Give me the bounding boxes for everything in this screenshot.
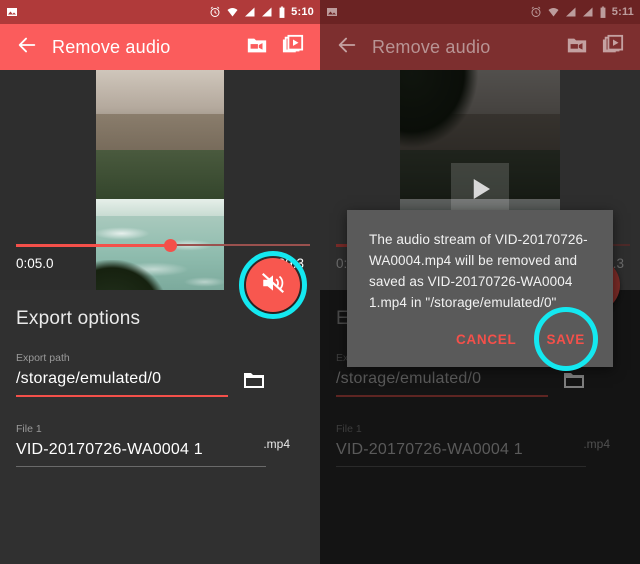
video-folder-icon[interactable] [246, 34, 268, 61]
status-bar-right: 5:11 [320, 0, 640, 24]
page-title: Remove audio [372, 36, 491, 57]
export-path-label: Export path [16, 352, 70, 364]
highlight-ring [239, 251, 307, 319]
wifi-icon [547, 6, 560, 18]
save-button-wrapper: SAVE [533, 307, 598, 372]
file-extension-label: .mp4 [263, 437, 290, 451]
file-name-underline [336, 465, 586, 467]
alarm-icon [530, 6, 542, 18]
file-extension-label: .mp4 [583, 437, 610, 451]
back-arrow-icon [336, 34, 358, 61]
battery-icon [278, 6, 286, 19]
export-options-sheet-left: Export options Export path /storage/emul… [0, 290, 320, 564]
video-folder-icon[interactable] [566, 34, 588, 61]
screen-left: 5:10 Remove audio 0:05.0 Export options … [0, 0, 320, 564]
confirm-dialog: The audio stream of VID-20170726-WA0004.… [347, 210, 613, 372]
alarm-icon [209, 6, 221, 18]
file-name-label: File 1 [16, 422, 42, 435]
timeline-thumb[interactable] [164, 239, 177, 252]
folder-icon [560, 373, 588, 396]
browse-folder-button[interactable] [560, 368, 588, 397]
save-button[interactable]: SAVE [540, 328, 591, 351]
image-icon [6, 6, 18, 18]
clock-time: 5:11 [611, 6, 634, 18]
export-path-field[interactable]: Export path /storage/emulated/0 [16, 352, 304, 397]
signal-icon [261, 6, 273, 18]
file-name-underline [16, 465, 266, 467]
signal-icon [582, 6, 594, 18]
mute-fab-wrapper [239, 251, 307, 319]
page-title: Remove audio [52, 36, 171, 57]
wifi-icon [226, 6, 239, 18]
export-path-underline [336, 395, 548, 397]
start-time-label: 0:05.0 [16, 256, 54, 271]
screen-right: 5:11 Remove audio /storage/emulated/0 Fi… [320, 0, 640, 564]
file-name-field[interactable]: File 1 VID-20170726-WA0004 1 .mp4 [16, 422, 304, 467]
status-bar-left: 5:10 [0, 0, 320, 24]
timeline-track-active [16, 244, 172, 247]
screenshot-root: 5:10 Remove audio 0:05.0 Export options … [0, 0, 640, 564]
file-name-value[interactable]: VID-20170726-WA0004 1 [336, 441, 624, 466]
video-library-icon[interactable] [282, 34, 304, 61]
signal-icon [244, 6, 256, 18]
status-bar-indicators: 5:11 [530, 6, 634, 19]
status-bar-indicators: 5:10 [209, 6, 314, 19]
play-icon [465, 174, 495, 209]
export-path-underline [16, 395, 228, 397]
file-name-field[interactable]: File 1 VID-20170726-WA0004 1 .mp4 [336, 422, 624, 467]
app-bar-left: Remove audio [0, 24, 320, 70]
app-bar-actions [566, 34, 624, 61]
dialog-message: The audio stream of VID-20170726-WA0004.… [369, 232, 588, 310]
signal-icon [565, 6, 577, 18]
back-button[interactable] [330, 30, 364, 64]
video-library-icon[interactable] [602, 34, 624, 61]
image-icon [326, 6, 338, 18]
cancel-button[interactable]: CANCEL [450, 328, 522, 351]
browse-folder-button[interactable] [240, 368, 268, 397]
video-thumbnail [96, 70, 224, 313]
file-name-label: File 1 [336, 422, 362, 435]
app-bar-actions [246, 34, 304, 61]
file-name-value[interactable]: VID-20170726-WA0004 1 [16, 441, 304, 466]
folder-icon [240, 373, 268, 396]
status-bar-notifications [326, 6, 530, 18]
app-bar-right: Remove audio [320, 24, 640, 70]
status-bar-notifications [6, 6, 209, 18]
timeline-slider[interactable] [0, 238, 320, 252]
timeline-track-inactive [170, 244, 310, 246]
back-button[interactable] [10, 30, 44, 64]
clock-time: 5:10 [291, 6, 314, 18]
dialog-actions: CANCEL SAVE [369, 307, 598, 372]
battery-icon [599, 6, 607, 19]
back-arrow-icon [16, 34, 38, 61]
